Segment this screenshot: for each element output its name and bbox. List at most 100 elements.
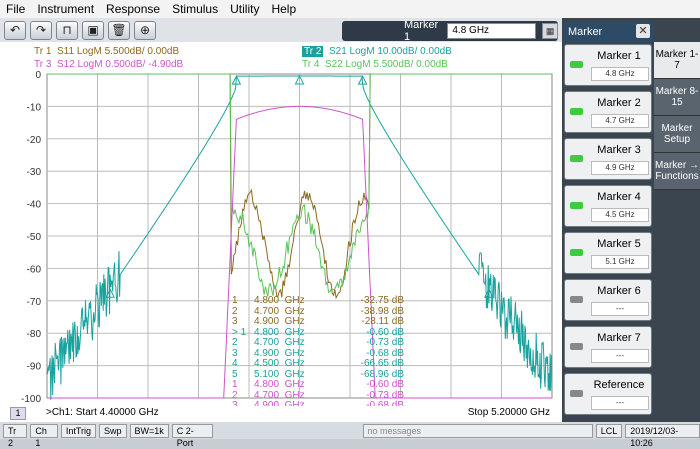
marker-readout-row: 2 4.700 GHz -0.73 dB bbox=[232, 338, 404, 349]
readout-marker: 1 bbox=[232, 380, 254, 391]
start-frequency[interactable]: >Ch1: Start 4.40000 GHz bbox=[46, 407, 159, 418]
menu-utility[interactable]: Utility bbox=[224, 2, 265, 16]
marker-readout-row: 3 4.900 GHz -28.11 dB bbox=[232, 317, 404, 328]
readout-value: -66.65 dB bbox=[344, 359, 404, 370]
trace-text-tr1: S11 LogM 5.500dB/ 0.00dB bbox=[57, 46, 179, 57]
tab-marker-8-15[interactable]: Marker 8-15 bbox=[654, 79, 700, 116]
marker-button-label: Marker 2 bbox=[587, 97, 651, 109]
marker-button-value: --- bbox=[591, 349, 649, 363]
status-sweep[interactable]: Swp bbox=[99, 424, 127, 438]
marker-led bbox=[570, 155, 583, 162]
menu-bar: File Instrument Response Stimulus Utilit… bbox=[0, 0, 700, 18]
marker-led bbox=[570, 249, 583, 256]
stop-frequency[interactable]: Stop 5.20000 GHz bbox=[468, 407, 550, 418]
marker-led bbox=[570, 296, 583, 303]
trace-label-tr4[interactable]: Tr 4 S22 LogM 5.500dB/ 0.00dB bbox=[302, 59, 448, 70]
status-bandwidth[interactable]: BW=1k bbox=[130, 424, 169, 438]
tab-marker-1-7[interactable]: Marker 1-7 bbox=[654, 42, 700, 79]
readout-marker: 2 bbox=[232, 338, 254, 349]
redo-icon[interactable]: ↷ bbox=[30, 21, 52, 40]
y-tick-label: 0 bbox=[35, 70, 41, 81]
marker-button-4[interactable]: Marker 4 4.5 GHz bbox=[564, 185, 652, 227]
marker-readout-table: 1 4.800 GHz -32.75 dB 2 4.700 GHz -38.98 dB 3 4… bbox=[232, 296, 404, 412]
marker-button-3[interactable]: Marker 3 4.9 GHz bbox=[564, 138, 652, 180]
menu-stimulus[interactable]: Stimulus bbox=[166, 2, 224, 16]
marker-readout-row: 1 4.800 GHz -32.75 dB bbox=[232, 296, 404, 307]
y-tick-label: -30 bbox=[27, 167, 42, 178]
marker-button-2[interactable]: Marker 2 4.7 GHz bbox=[564, 91, 652, 133]
y-tick-label: -80 bbox=[27, 329, 42, 340]
menu-instrument[interactable]: Instrument bbox=[31, 2, 100, 16]
marker-button-5[interactable]: Marker 5 5.1 GHz bbox=[564, 232, 652, 274]
trace-label-tr1[interactable]: Tr 1 S11 LogM 5.500dB/ 0.00dB bbox=[34, 46, 179, 57]
y-tick-label: -40 bbox=[27, 200, 42, 211]
marker-entry-input[interactable]: 4.8 GHz bbox=[447, 23, 536, 39]
channel-number[interactable]: 1 bbox=[10, 407, 26, 420]
keypad-icon[interactable]: ▦ bbox=[542, 23, 558, 39]
status-messages: no messages bbox=[363, 424, 593, 438]
marker-button-value: 5.1 GHz bbox=[591, 255, 649, 269]
y-tick-label: -70 bbox=[27, 297, 42, 308]
marker-button-label: Marker 1 bbox=[587, 50, 651, 62]
close-icon[interactable]: ✕ bbox=[636, 24, 650, 38]
readout-value: -0.73 dB bbox=[344, 338, 404, 349]
marker-button-value: 4.9 GHz bbox=[591, 161, 649, 175]
marker-button-value: --- bbox=[591, 396, 649, 410]
status-trigger[interactable]: IntTrig bbox=[61, 424, 96, 438]
status-cal[interactable]: C 2-Port bbox=[172, 424, 213, 438]
undo-icon[interactable]: ↶ bbox=[4, 21, 26, 40]
marker-button-label: Marker 7 bbox=[587, 332, 651, 344]
y-tick-label: -100 bbox=[21, 394, 41, 405]
readout-value: -0.60 dB bbox=[344, 380, 404, 391]
readout-freq: 4.800 GHz bbox=[254, 296, 344, 307]
marker-led bbox=[570, 108, 583, 115]
readout-freq: 4.700 GHz bbox=[254, 338, 344, 349]
marker-readout-row: 4 4.500 GHz -66.65 dB bbox=[232, 359, 404, 370]
screenshot-icon[interactable]: ▣ bbox=[82, 21, 104, 40]
marker-button-label: Marker 4 bbox=[587, 191, 651, 203]
menu-file[interactable]: File bbox=[0, 2, 31, 16]
readout-freq: 4.500 GHz bbox=[254, 359, 344, 370]
chart-area: 0 -10 -20 -30 -40 -50 -60 -70 -80 -90 -100 Tr 1 S1… bbox=[0, 42, 562, 422]
trace-label-tr2[interactable]: Tr 2 S21 LogM 10.00dB/ 0.00dB bbox=[302, 46, 452, 57]
marker-button-label: Marker 3 bbox=[587, 144, 651, 156]
status-lcl: LCL bbox=[596, 424, 623, 438]
marker-panel: Marker ✕ Marker 1 4.8 GHz Marker 2 4.7 GHz M… bbox=[562, 18, 700, 422]
marker-add-icon[interactable]: ⊓ bbox=[56, 21, 78, 40]
zoom-icon[interactable]: ⊕ bbox=[134, 21, 156, 40]
trace-text-tr4: S22 LogM 5.500dB/ 0.00dB bbox=[325, 59, 448, 70]
y-tick-label: -20 bbox=[27, 135, 42, 146]
marker-button-1[interactable]: Marker 1 4.8 GHz bbox=[564, 44, 652, 86]
marker-entry-bar: Marker 1 4.8 GHz ▦ bbox=[342, 21, 558, 41]
trace-id-tr1: Tr 1 bbox=[34, 46, 51, 57]
marker-button-label: Reference bbox=[587, 379, 651, 391]
sweep-status-line: 1 >Ch1: Start 4.40000 GHz Stop 5.20000 G… bbox=[0, 406, 562, 420]
status-trace[interactable]: Tr 2 bbox=[3, 424, 27, 438]
trace-id-tr3: Tr 3 bbox=[34, 59, 51, 70]
readout-marker: 4 bbox=[232, 359, 254, 370]
marker-button-6[interactable]: Marker 6 --- bbox=[564, 279, 652, 321]
marker-button-7[interactable]: Marker 7 --- bbox=[564, 326, 652, 368]
status-channel[interactable]: Ch 1 bbox=[30, 424, 57, 438]
menu-response[interactable]: Response bbox=[100, 2, 166, 16]
readout-freq: 4.800 GHz bbox=[254, 380, 344, 391]
trace-id-tr2: Tr 2 bbox=[302, 46, 323, 57]
tab-marker-functions[interactable]: Marker → Functions bbox=[654, 153, 700, 190]
readout-freq: 4.900 GHz bbox=[254, 317, 344, 328]
marker-button-8[interactable]: Reference --- bbox=[564, 373, 652, 415]
marker-button-label: Marker 6 bbox=[587, 285, 651, 297]
trash-icon[interactable]: 🗑 bbox=[108, 21, 130, 40]
marker-button-value: 4.7 GHz bbox=[591, 114, 649, 128]
readout-marker: 1 bbox=[232, 296, 254, 307]
tab-marker-setup[interactable]: Marker Setup bbox=[654, 116, 700, 153]
marker-entry-label: Marker 1 bbox=[404, 19, 447, 43]
marker-led bbox=[570, 390, 583, 397]
readout-value: -32.75 dB bbox=[344, 296, 404, 307]
marker-button-value: --- bbox=[591, 302, 649, 316]
marker-led bbox=[570, 202, 583, 209]
trace-id-tr4: Tr 4 bbox=[302, 59, 319, 70]
marker-button-value: 4.5 GHz bbox=[591, 208, 649, 222]
marker-readout-row: 1 4.800 GHz -0.60 dB bbox=[232, 380, 404, 391]
trace-label-tr3[interactable]: Tr 3 S12 LogM 0.500dB/ -4.90dB bbox=[34, 59, 183, 70]
menu-help[interactable]: Help bbox=[265, 2, 302, 16]
